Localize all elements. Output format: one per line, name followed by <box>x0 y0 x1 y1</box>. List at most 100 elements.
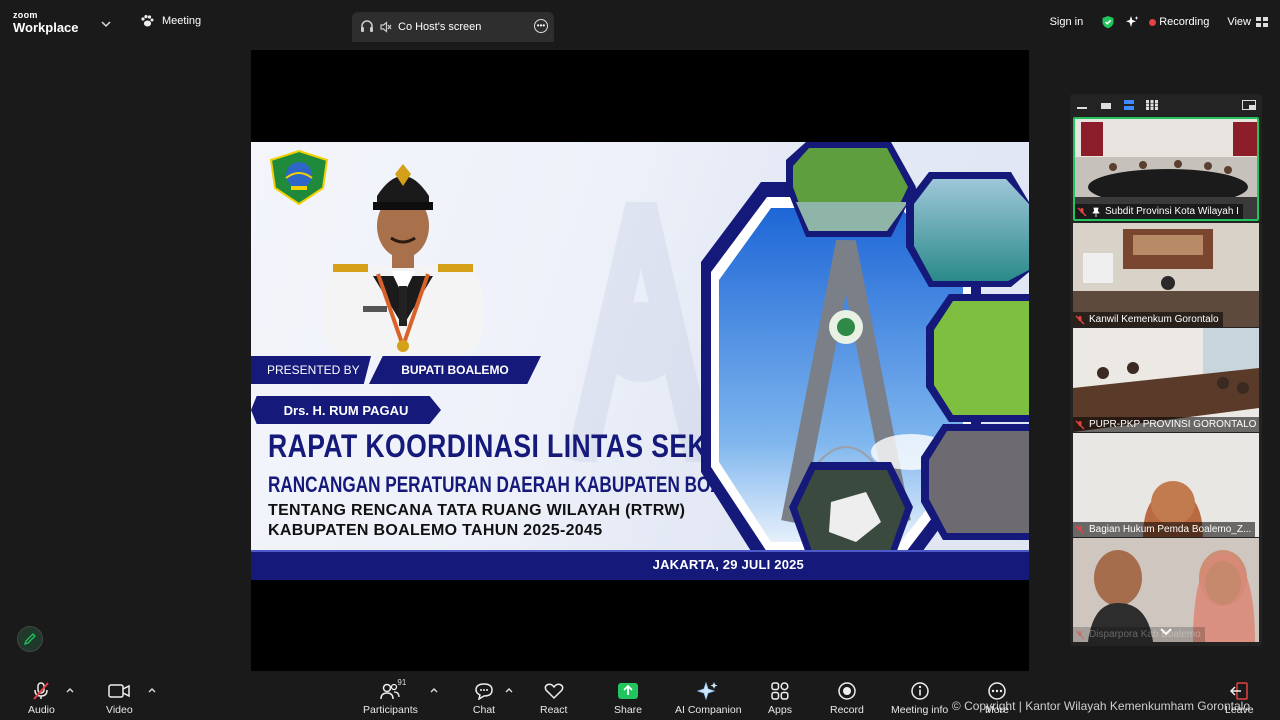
slide-footer-band <box>251 552 1029 580</box>
share-button[interactable]: Share <box>614 680 642 716</box>
tab-cohost-screen[interactable]: Co Host's screen ••• <box>352 12 554 42</box>
zoom-logo: zoom Workplace <box>13 10 79 35</box>
more-icon <box>988 682 1006 700</box>
participant-name: Kanwil Kemenkum Gorontalo <box>1089 314 1219 325</box>
shared-screen[interactable]: PRESENTED BY BUPATI BOALEMO Drs. H. RUM … <box>251 50 1029 671</box>
record-button[interactable]: Record <box>830 680 864 716</box>
record-label: Record <box>830 704 864 716</box>
recording-dot-icon <box>1149 18 1157 26</box>
photo-collage <box>701 142 1029 567</box>
brand-large: Workplace <box>13 20 79 35</box>
presentation-slide: PRESENTED BY BUPATI BOALEMO Drs. H. RUM … <box>251 142 1029 580</box>
mic-muted-icon <box>33 682 50 700</box>
meeting-toolbar: Audio Video 91 Participants Chat React S… <box>0 676 1280 720</box>
gallery-view-icon[interactable] <box>1146 100 1158 110</box>
leave-icon <box>1230 682 1249 700</box>
recording-label: Recording <box>1159 16 1210 28</box>
tab-meeting[interactable]: Meeting <box>140 14 201 28</box>
meeting-info-button[interactable]: Meeting info <box>891 680 948 716</box>
video-tile[interactable]: Subdit Provinsi Kota Wilayah I <box>1073 117 1259 221</box>
presenter-role: BUPATI BOALEMO <box>369 356 541 384</box>
chevron-up-icon[interactable] <box>65 686 75 694</box>
mic-muted-icon <box>1075 525 1085 534</box>
grid-view-icon <box>1256 17 1268 27</box>
slide-line-3: TENTANG RENCANA TATA RUANG WILAYAH (RTRW… <box>268 502 686 519</box>
apps-button[interactable]: Apps <box>767 680 793 716</box>
presented-by-label: PRESENTED BY <box>251 356 371 384</box>
video-tile[interactable]: PUPR-PKP PROVINSI GORONTALO <box>1073 328 1259 432</box>
participant-name: Disparpora Kab Boalemo <box>1089 629 1201 640</box>
chevron-down-icon[interactable] <box>100 18 112 30</box>
heart-icon <box>544 683 564 700</box>
ai-sparkle-icon <box>697 681 718 701</box>
participant-name: Bagian Hukum Pemda Boalemo_Z... <box>1089 524 1252 535</box>
tile-label: Kanwil Kemenkum Gorontalo <box>1073 312 1223 327</box>
chat-button[interactable]: Chat <box>471 680 497 716</box>
brand-small: zoom <box>13 10 38 20</box>
chat-label: Chat <box>472 704 496 716</box>
participant-name: PUPR-PKP PROVINSI GORONTALO <box>1089 419 1257 430</box>
mic-muted-icon <box>1075 420 1085 429</box>
tab-cohost-label: Co Host's screen <box>398 21 482 33</box>
annotate-button[interactable] <box>17 626 43 652</box>
share-label: Share <box>614 704 643 716</box>
chevron-up-icon[interactable] <box>147 686 157 694</box>
minimize-icon[interactable] <box>1076 100 1088 110</box>
chat-icon <box>475 683 493 700</box>
headset-icon <box>361 20 373 32</box>
recording-indicator[interactable]: Recording <box>1149 16 1209 28</box>
slide-place-date: JAKARTA, 29 JULI 2025 <box>652 557 804 572</box>
share-screen-icon <box>618 683 639 699</box>
participant-name: Subdit Provinsi Kota Wilayah I <box>1105 206 1239 217</box>
apps-label: Apps <box>768 704 792 716</box>
sign-in-link[interactable]: Sign in <box>1050 16 1084 28</box>
speaker-view-icon[interactable] <box>1123 100 1135 110</box>
meeting-info-label: Meeting info <box>891 704 949 716</box>
slide-line-4: KABUPATEN BOALEMO TAHUN 2025-2045 <box>268 522 603 539</box>
mic-muted-icon <box>1075 630 1085 639</box>
chevron-up-icon[interactable] <box>504 686 514 694</box>
tile-label: Bagian Hukum Pemda Boalemo_Z... <box>1073 522 1256 537</box>
participants-label: Participants <box>363 704 418 716</box>
pen-icon <box>23 633 36 646</box>
copyright-watermark: © Copyright | Kantor Wilayah Kemenkumham… <box>951 699 1250 713</box>
participants-button[interactable]: 91 Participants <box>363 678 418 716</box>
header-right: Sign in Recording View <box>1050 15 1268 29</box>
video-button[interactable]: Video <box>106 680 133 716</box>
top-bar: zoom Workplace Meeting Co Host's screen … <box>0 0 1280 46</box>
mic-muted-icon <box>1075 315 1085 324</box>
scroll-down-icon[interactable] <box>1158 626 1174 638</box>
tile-label: Disparpora Kab Boalemo <box>1073 627 1205 642</box>
participants-count: 91 <box>397 678 407 687</box>
pop-out-icon[interactable] <box>1242 100 1256 110</box>
view-button[interactable]: View <box>1227 16 1268 28</box>
camera-icon <box>108 684 131 698</box>
info-icon <box>910 682 929 700</box>
more-options-icon[interactable]: ••• <box>534 19 548 33</box>
zoom-window: zoom Workplace Meeting Co Host's screen … <box>0 0 1280 720</box>
video-tile[interactable]: Bagian Hukum Pemda Boalemo_Z... <box>1073 433 1259 537</box>
paw-icon <box>141 15 154 27</box>
view-label: View <box>1227 16 1251 28</box>
audio-button[interactable]: Audio <box>28 680 55 716</box>
hide-video-icon[interactable] <box>1100 100 1112 110</box>
presenter-name: Drs. H. RUM PAGAU <box>251 396 441 424</box>
pin-icon <box>1092 207 1100 217</box>
shield-check-icon[interactable] <box>1101 15 1115 29</box>
apps-icon <box>771 682 789 700</box>
video-gallery-panel: Subdit Provinsi Kota Wilayah I Kanwil Ke… <box>1070 94 1262 646</box>
speaker-muted-icon[interactable] <box>380 21 392 33</box>
record-icon <box>838 682 856 700</box>
mic-muted-icon <box>1077 207 1087 216</box>
video-tile[interactable]: Kanwil Kemenkum Gorontalo <box>1073 223 1259 327</box>
ai-companion-button[interactable]: AI Companion <box>675 680 742 716</box>
ai-companion-label: AI Companion <box>675 704 742 716</box>
react-label: React <box>540 704 568 716</box>
ai-sparkle-icon[interactable] <box>1125 15 1139 29</box>
tile-label: PUPR-PKP PROVINSI GORONTALO <box>1073 417 1259 432</box>
chevron-up-icon[interactable] <box>429 686 439 694</box>
react-button[interactable]: React <box>540 680 567 716</box>
tile-label: Subdit Provinsi Kota Wilayah I <box>1075 204 1243 219</box>
video-label: Video <box>106 704 133 716</box>
tab-meeting-label: Meeting <box>162 15 202 27</box>
